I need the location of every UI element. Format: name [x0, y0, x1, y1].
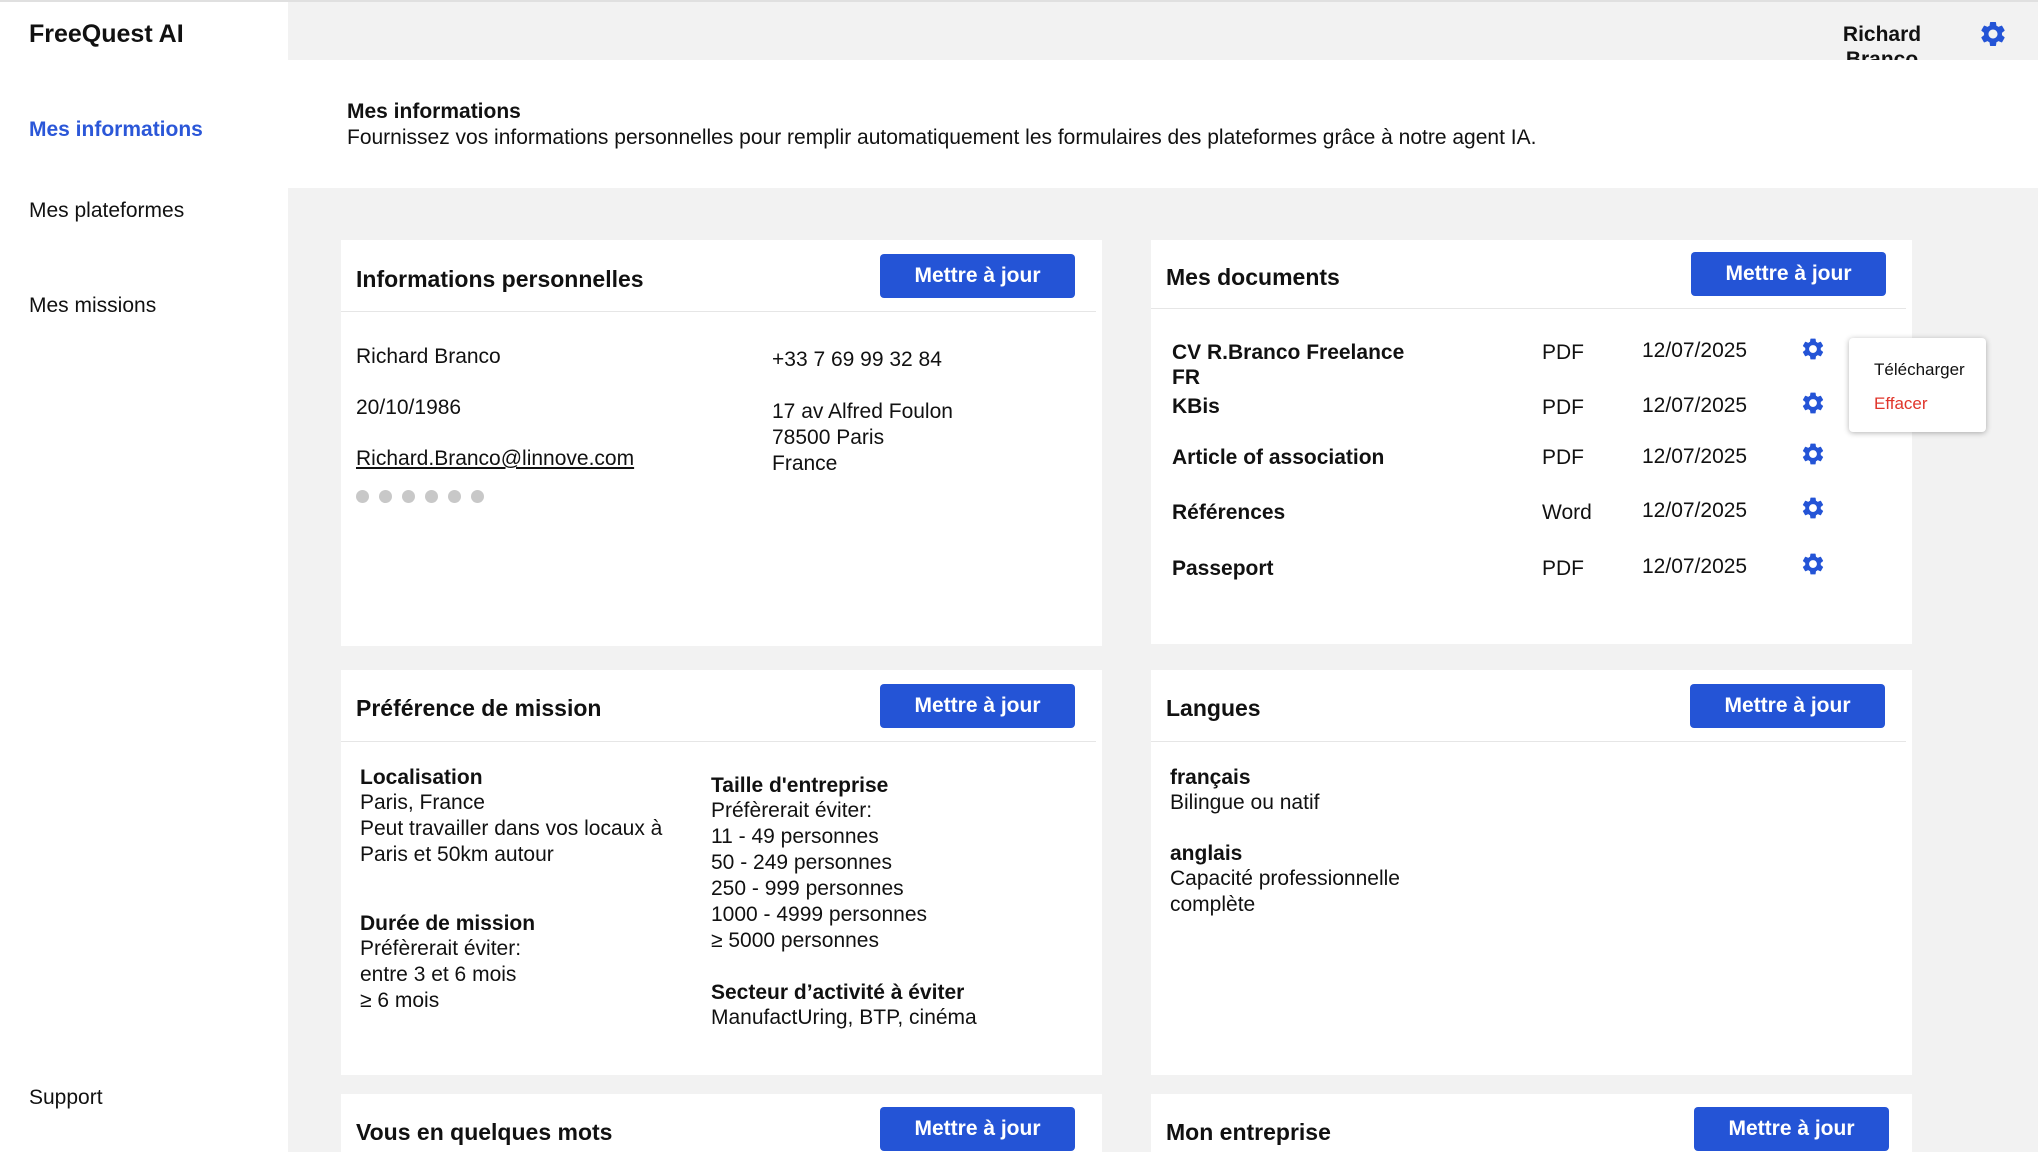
document-name[interactable]: Article of association	[1172, 445, 1384, 471]
duration-intro: Préfèrerait éviter:	[360, 937, 522, 960]
phone: +33 7 69 99 32 84	[772, 348, 942, 371]
document-gear-icon[interactable]	[1800, 336, 1826, 362]
company-size-intro: Préfèrerait éviter:	[711, 799, 873, 822]
document-date: 12/07/2025	[1642, 555, 1748, 578]
divider	[1151, 308, 1906, 309]
divider	[341, 741, 1096, 742]
card-title: Préférence de mission	[356, 695, 602, 721]
location-value: Paris, France	[360, 791, 485, 814]
update-preferences-button[interactable]: Mettre à jour	[880, 684, 1075, 728]
password-dot	[356, 490, 369, 503]
card-title: Mes documents	[1166, 264, 1340, 290]
password-dot	[425, 490, 438, 503]
sector-value: ManufactUring, BTP, cinéma	[711, 1006, 977, 1029]
document-name[interactable]: CV R.Branco Freelance FR	[1172, 340, 1412, 390]
address-line-2: 78500 Paris	[772, 426, 885, 449]
card-title: Mon entreprise	[1166, 1119, 1331, 1145]
menu-item-delete[interactable]: Effacer	[1874, 394, 1928, 414]
duration-label: Durée de mission	[360, 912, 536, 935]
card-title: Langues	[1166, 695, 1261, 721]
mission-preferences-card: Préférence de mission Mettre à jour Loca…	[341, 670, 1102, 1075]
update-languages-button[interactable]: Mettre à jour	[1690, 684, 1885, 728]
document-gear-icon[interactable]	[1800, 441, 1826, 467]
language-name: anglais	[1170, 842, 1243, 865]
document-type: PDF	[1542, 446, 1584, 469]
sector-label: Secteur d’activité à éviter	[711, 981, 965, 1004]
address-line-1: 17 av Alfred Foulon	[772, 400, 953, 423]
address-line-3: France	[772, 452, 838, 475]
duration-item: ≥ 6 mois	[360, 989, 440, 1012]
app-logo: FreeQuest AI	[29, 20, 184, 48]
location-detail: Peut travailler dans vos locaux à Paris …	[360, 817, 663, 866]
language-name: français	[1170, 766, 1251, 789]
about-card: Vous en quelques mots Mettre à jour	[341, 1094, 1102, 1152]
sidebar-item-mes-plateformes[interactable]: Mes plateformes	[29, 199, 184, 223]
birthdate: 20/10/1986	[356, 396, 462, 419]
document-type: PDF	[1542, 396, 1584, 419]
document-date: 12/07/2025	[1642, 394, 1748, 417]
document-name[interactable]: KBis	[1172, 394, 1220, 420]
document-context-menu: Télécharger Effacer	[1849, 338, 1986, 432]
update-company-button[interactable]: Mettre à jour	[1694, 1107, 1889, 1151]
company-size-item: ≥ 5000 personnes	[711, 929, 879, 952]
language-level: Bilingue ou natif	[1170, 791, 1320, 814]
page-description: Fournissez vos informations personnelles…	[347, 126, 1537, 149]
password-dot	[379, 490, 392, 503]
full-name: Richard Branco	[356, 345, 501, 368]
page-title: Mes informations	[347, 100, 521, 123]
document-date: 12/07/2025	[1642, 339, 1748, 362]
password-dot	[471, 490, 484, 503]
document-date: 12/07/2025	[1642, 445, 1748, 468]
update-personal-button[interactable]: Mettre à jour	[880, 254, 1075, 298]
company-size-item: 11 - 49 personnes	[711, 825, 879, 848]
documents-card: Mes documents Mettre à jour CV R.Branco …	[1151, 240, 1912, 644]
document-name[interactable]: Passeport	[1172, 556, 1274, 582]
company-card: Mon entreprise Mettre à jour	[1151, 1094, 1912, 1152]
document-type: PDF	[1542, 341, 1584, 364]
document-name[interactable]: Références	[1172, 500, 1285, 526]
divider	[341, 311, 1096, 312]
languages-card: Langues Mettre à jour français Bilingue …	[1151, 670, 1912, 1075]
password-dot	[448, 490, 461, 503]
password-dots	[356, 490, 484, 503]
document-gear-icon[interactable]	[1800, 390, 1826, 416]
company-size-label: Taille d'entreprise	[711, 774, 889, 797]
company-size-item: 250 - 999 personnes	[711, 877, 904, 900]
update-about-button[interactable]: Mettre à jour	[880, 1107, 1075, 1151]
menu-item-download[interactable]: Télécharger	[1874, 360, 1965, 380]
settings-gear-icon[interactable]	[1978, 19, 2008, 49]
company-size-item: 50 - 249 personnes	[711, 851, 892, 874]
document-date: 12/07/2025	[1642, 499, 1748, 522]
email-link[interactable]: Richard.Branco@linnove.com	[356, 446, 634, 472]
sidebar-item-mes-missions[interactable]: Mes missions	[29, 294, 156, 318]
personal-info-card: Informations personnelles Mettre à jour …	[341, 240, 1102, 646]
document-type: Word	[1542, 501, 1592, 524]
sidebar-item-mes-informations[interactable]: Mes informations	[29, 118, 203, 142]
document-gear-icon[interactable]	[1800, 495, 1826, 521]
duration-item: entre 3 et 6 mois	[360, 963, 517, 986]
divider	[1151, 741, 1906, 742]
location-label: Localisation	[360, 766, 483, 789]
sidebar-item-support[interactable]: Support	[29, 1086, 103, 1110]
page-header: Mes informations Fournissez vos informat…	[288, 60, 2038, 188]
document-type: PDF	[1542, 557, 1584, 580]
company-size-item: 1000 - 4999 personnes	[711, 903, 927, 926]
update-documents-button[interactable]: Mettre à jour	[1691, 252, 1886, 296]
document-gear-icon[interactable]	[1800, 551, 1826, 577]
user-first-name: Richard	[1842, 23, 1922, 46]
password-dot	[402, 490, 415, 503]
sidebar: FreeQuest AI Mes informations Mes platef…	[0, 0, 288, 1152]
card-title: Vous en quelques mots	[356, 1119, 613, 1145]
top-bar: Richard Branco	[288, 0, 2038, 71]
language-level: Capacité professionnelle complète	[1170, 867, 1400, 916]
card-title: Informations personnelles	[356, 266, 644, 292]
